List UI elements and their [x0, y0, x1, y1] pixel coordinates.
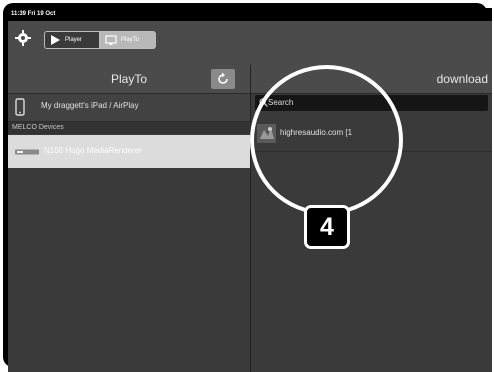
device-label-ipad: My draggett's iPad / AirPlay — [41, 101, 139, 110]
play-icon — [51, 35, 60, 45]
renderer-icon — [15, 149, 39, 155]
status-time: 11:39 Fri 19 Oct — [11, 11, 56, 17]
ipad-icon — [15, 98, 25, 116]
toolbar: Player PlayTo — [8, 21, 492, 65]
callout-circle — [250, 65, 403, 215]
segment-player-label: Player — [65, 37, 83, 43]
segment-player[interactable]: Player — [44, 31, 100, 49]
callout-badge: 4 — [304, 205, 350, 249]
playto-panel: PlayTo My draggett's iPad / AirPlay MELC… — [8, 65, 254, 372]
status-bar: 11:39 Fri 19 Oct — [8, 8, 492, 21]
gear-icon[interactable] — [15, 30, 31, 46]
refresh-icon — [218, 72, 228, 84]
segment-playto[interactable]: PlayTo — [100, 31, 156, 49]
segment-playto-label: PlayTo — [121, 37, 140, 43]
cast-icon — [105, 35, 117, 45]
refresh-button[interactable] — [211, 69, 235, 89]
download-title: download — [436, 72, 488, 86]
playto-header: PlayTo — [8, 65, 250, 94]
app-screen: 11:39 Fri 19 Oct Player PlayTo PlayTo My… — [8, 8, 492, 372]
device-row-ipad[interactable]: My draggett's iPad / AirPlay — [8, 94, 250, 122]
device-row-renderer[interactable]: N100 Hugo MediaRenderer — [8, 135, 250, 168]
device-label-renderer: N100 Hugo MediaRenderer — [44, 146, 142, 155]
section-header-melco: MELCO Devices — [8, 122, 254, 134]
